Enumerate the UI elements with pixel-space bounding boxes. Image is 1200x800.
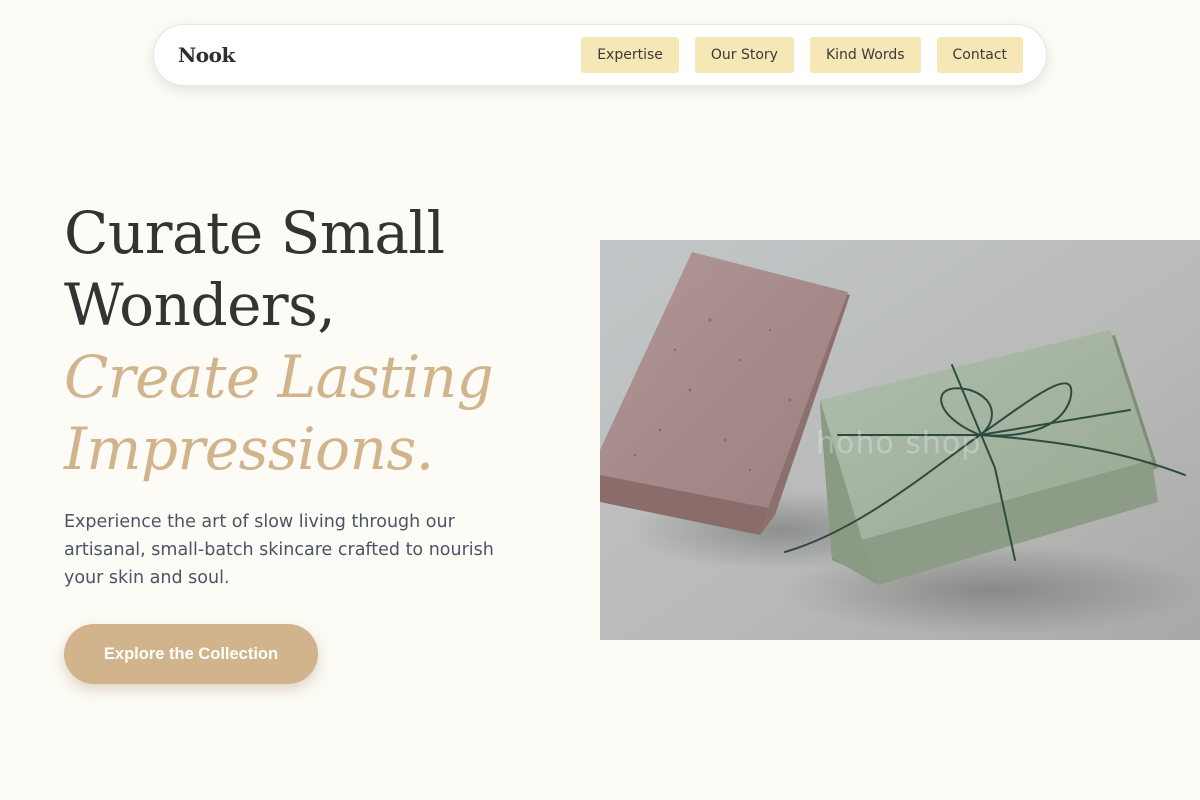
hero-headline: Curate Small Wonders, Create Lasting Imp… [64, 197, 494, 485]
brand-logo[interactable]: Nook [178, 43, 235, 67]
headline-accent-line-2: Impressions. [64, 415, 434, 483]
top-navigation: Nook Expertise Our Story Kind Words Cont… [153, 24, 1047, 86]
nav-link-our-story[interactable]: Our Story [694, 37, 794, 73]
nav-link-contact[interactable]: Contact [936, 37, 1023, 73]
headline-line-2: Wonders, [64, 271, 336, 339]
nav-link-kind-words[interactable]: Kind Words [809, 37, 921, 73]
hero-description: Experience the art of slow living throug… [64, 512, 494, 588]
image-watermark: hoho shop [816, 426, 982, 461]
hero-product-image: hoho shop [600, 240, 1200, 640]
explore-collection-button[interactable]: Explore the Collection [64, 624, 318, 684]
headline-accent-line-1: Create Lasting [64, 343, 494, 411]
headline-line-1: Curate Small [64, 199, 445, 267]
nav-links: Expertise Our Story Kind Words Contact [581, 37, 1023, 73]
nav-link-expertise[interactable]: Expertise [581, 37, 679, 73]
